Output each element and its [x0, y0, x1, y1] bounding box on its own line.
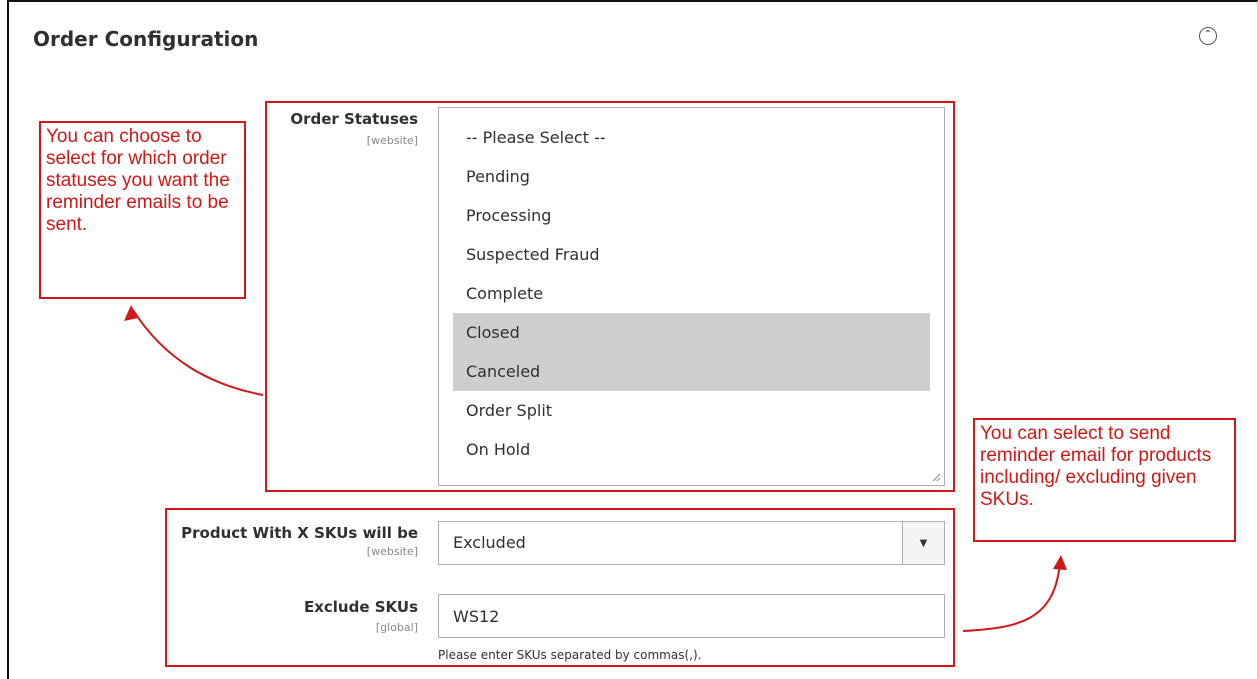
annotation-arrows — [124, 305, 1067, 632]
